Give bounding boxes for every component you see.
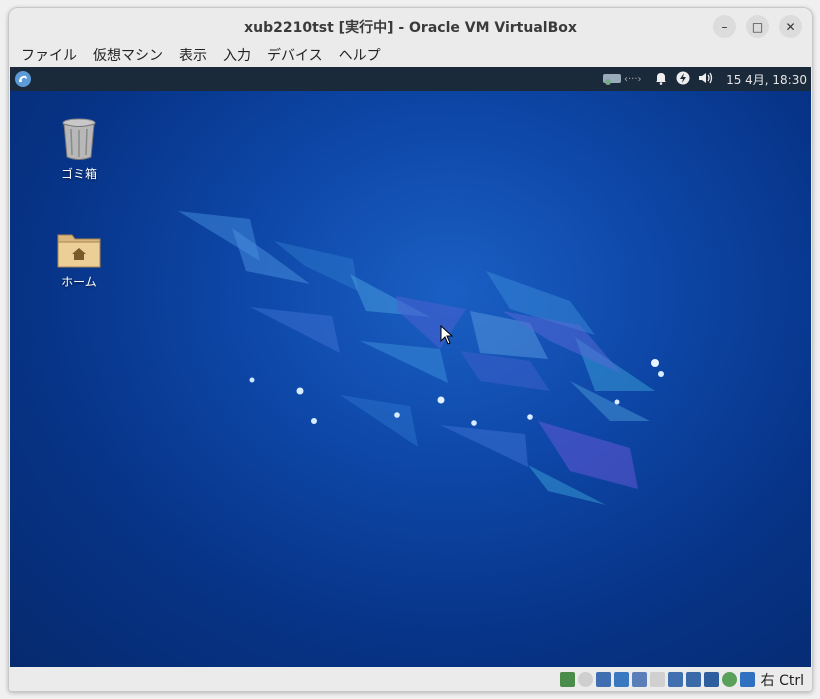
xubuntu-desktop[interactable]: ゴミ箱 ホーム	[10, 91, 811, 667]
title-bar[interactable]: xub2210tst [実行中] - Oracle VM VirtualBox …	[9, 8, 812, 45]
vm-status-bar: 右 Ctrl	[9, 668, 812, 691]
mouse-integration-icon[interactable]	[721, 672, 737, 687]
home-folder-icon	[57, 234, 101, 268]
system-tray: ‹···› 15 4月, 18:30	[602, 67, 807, 91]
xfce-top-panel: ‹···› 15 4月, 18:30	[10, 67, 811, 91]
usb-icon[interactable]	[631, 672, 647, 687]
desktop-icon-label: ホーム	[61, 275, 97, 289]
menu-view[interactable]: 表示	[171, 45, 215, 67]
maximize-icon: □	[751, 19, 764, 34]
virtualbox-window: xub2210tst [実行中] - Oracle VM VirtualBox …	[8, 7, 813, 692]
window-title: xub2210tst [実行中] - Oracle VM VirtualBox	[244, 19, 577, 36]
maximize-button[interactable]: □	[746, 15, 769, 38]
close-button[interactable]: ✕	[779, 15, 802, 38]
menu-input[interactable]: 入力	[215, 45, 259, 67]
recording-icon[interactable]	[685, 672, 701, 687]
menu-bar: ファイル 仮想マシン 表示 入力 デバイス ヘルプ	[9, 45, 812, 67]
network-icon[interactable]	[613, 672, 629, 687]
shared-folders-icon[interactable]	[649, 672, 665, 687]
bell-icon[interactable]	[654, 71, 668, 88]
menu-help[interactable]: ヘルプ	[331, 45, 389, 67]
mouse-pointer-icon	[440, 325, 454, 345]
power-icon[interactable]	[676, 71, 690, 88]
desktop-icon-label: ゴミ箱	[60, 167, 97, 181]
optical-drive-icon[interactable]	[577, 672, 593, 687]
xfce-mouse-icon[interactable]	[15, 71, 31, 87]
guest-display[interactable]: ‹···› 15 4月, 18:30 ゴミ箱 ホーム	[10, 67, 811, 667]
minimize-button[interactable]: –	[713, 15, 736, 38]
display-icon[interactable]	[667, 672, 683, 687]
menu-file[interactable]: ファイル	[13, 45, 85, 67]
virtualization-icon[interactable]	[703, 672, 719, 687]
panel-clock[interactable]: 15 4月, 18:30	[726, 71, 807, 88]
network-disconnected-icon[interactable]: ‹···›	[602, 71, 646, 88]
wallpaper-artwork	[178, 211, 664, 505]
speaker-icon[interactable]	[698, 71, 714, 88]
trash-icon	[62, 118, 96, 160]
minimize-icon: –	[721, 19, 728, 34]
desktop-icon-home[interactable]: ホーム	[39, 231, 119, 290]
keyboard-icon[interactable]	[739, 672, 755, 687]
host-key-label: 右 Ctrl	[760, 672, 804, 689]
desktop-icon-trash[interactable]: ゴミ箱	[39, 117, 119, 182]
menu-machine[interactable]: 仮想マシン	[85, 45, 171, 67]
hard-disk-icon[interactable]	[559, 672, 575, 687]
menu-devices[interactable]: デバイス	[259, 45, 331, 67]
audio-icon[interactable]	[595, 672, 611, 687]
svg-text:‹···›: ‹···›	[624, 74, 642, 85]
close-icon: ✕	[785, 19, 796, 34]
